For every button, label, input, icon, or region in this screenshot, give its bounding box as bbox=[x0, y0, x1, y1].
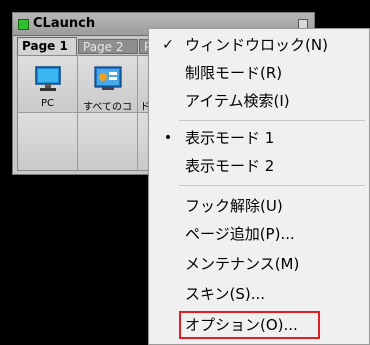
highlight-box bbox=[179, 311, 320, 339]
menu-separator bbox=[179, 185, 365, 186]
menu-item-restrict-mode[interactable]: 制限モード(R) bbox=[151, 59, 367, 87]
menu-item-label: 表示モード 2 bbox=[185, 157, 275, 175]
menu-item-display-mode-2[interactable]: 表示モード 2 bbox=[151, 152, 367, 180]
check-icon: ✓ bbox=[162, 37, 174, 53]
menu-separator bbox=[179, 120, 365, 121]
tab-page-1[interactable]: Page 1 bbox=[17, 37, 77, 55]
menu-item-label: アイテム検索(I) bbox=[185, 92, 290, 110]
bullet-icon: • bbox=[163, 130, 173, 146]
monitor-icon bbox=[35, 66, 61, 98]
item-label: PC bbox=[40, 98, 54, 109]
menu-item-label: 表示モード 1 bbox=[185, 129, 275, 147]
menu-item-label: ウィンドウロック(N) bbox=[185, 36, 328, 54]
menu-item-label: 制限モード(R) bbox=[185, 64, 283, 82]
item-empty[interactable] bbox=[78, 113, 138, 170]
menu-item-item-search[interactable]: アイテム検索(I) bbox=[151, 87, 367, 115]
menu-item-maintenance[interactable]: メンテナンス(M) bbox=[151, 250, 367, 278]
menu-item-label: フック解除(U) bbox=[185, 197, 283, 215]
item-label: すべてのコ bbox=[83, 102, 132, 113]
item-empty[interactable] bbox=[18, 113, 78, 170]
control-panel-icon bbox=[94, 65, 122, 97]
menu-item-label: メンテナンス(M) bbox=[185, 255, 300, 273]
menu-item-skin[interactable]: スキン(S)... bbox=[151, 280, 367, 308]
menu-item-window-lock[interactable]: ✓ ウィンドウロック(N) bbox=[151, 31, 367, 59]
tab-page-2[interactable]: Page 2 bbox=[78, 39, 138, 54]
menu-item-label: ページ追加(P)... bbox=[185, 225, 295, 243]
menu-item-display-mode-1[interactable]: • 表示モード 1 bbox=[151, 124, 367, 152]
window-title: CLaunch bbox=[33, 16, 96, 31]
menu-item-unhook[interactable]: フック解除(U) bbox=[151, 192, 367, 220]
item-control-panel[interactable]: すべてのコ bbox=[78, 56, 138, 113]
item-pc[interactable]: PC bbox=[18, 56, 78, 113]
menu-item-label: スキン(S)... bbox=[185, 285, 266, 303]
menu-item-add-page[interactable]: ページ追加(P)... bbox=[151, 220, 367, 248]
context-menu: ✓ ウィンドウロック(N) 制限モード(R) アイテム検索(I) • 表示モード… bbox=[148, 28, 370, 345]
app-icon bbox=[18, 19, 29, 30]
